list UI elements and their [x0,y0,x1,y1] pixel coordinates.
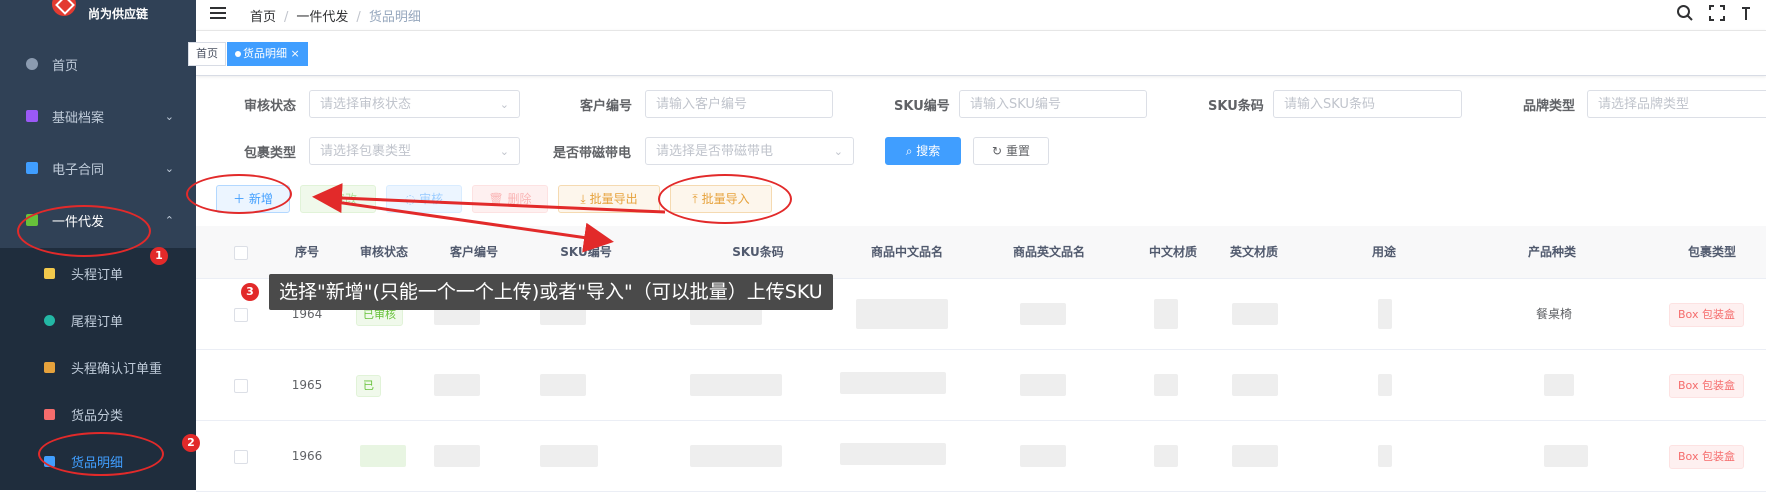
annotation-number: 3 [241,283,259,301]
arrow-to-add [312,183,666,214]
arrow-to-import [321,198,614,253]
annotation-callout: 选择"新增"(只能一个一个上传)或者"导入"（可以批量）上传SKU [269,274,833,310]
annotation-arrows [312,183,666,253]
